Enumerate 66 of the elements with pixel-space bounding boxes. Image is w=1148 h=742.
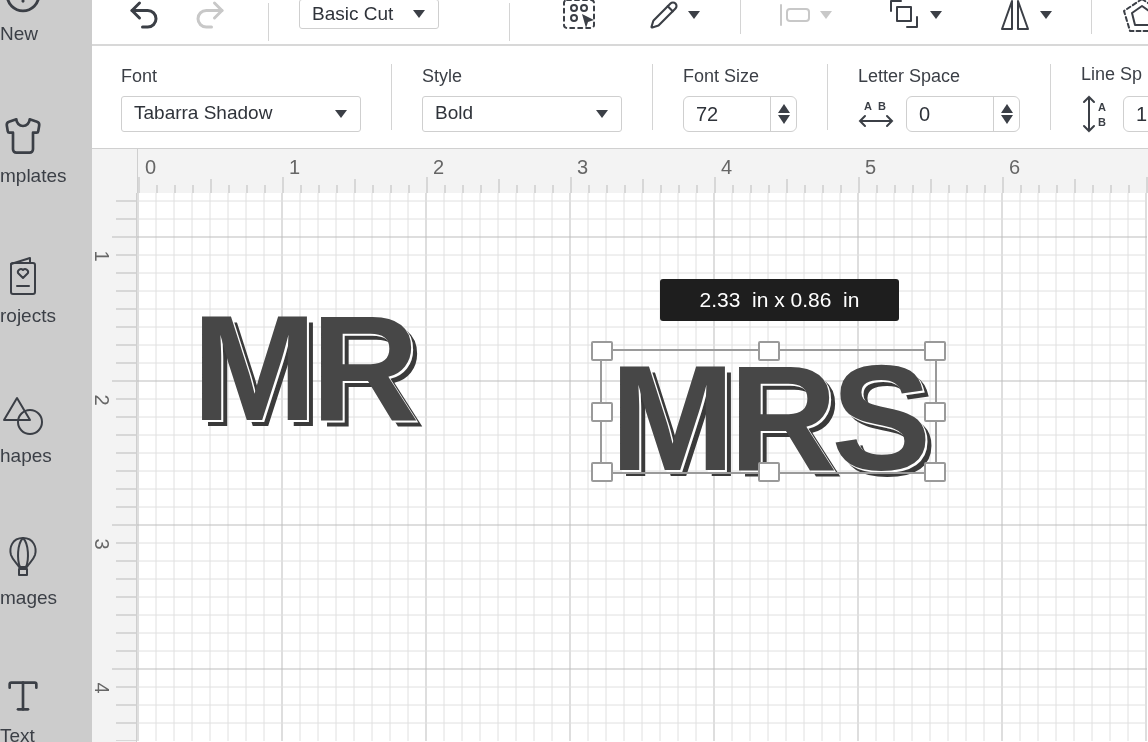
ruler-number: 1: [289, 155, 301, 180]
balloon-icon: [8, 536, 38, 578]
sidebar-item[interactable]: New: [0, 0, 80, 114]
sidebar-item[interactable]: hapes: [0, 394, 80, 534]
resize-handle[interactable]: [591, 462, 613, 482]
sidebar-item[interactable]: mplates: [0, 114, 80, 254]
ruler-number: 5: [865, 155, 877, 180]
caret-icon: [334, 108, 348, 119]
sidebar-label: mages: [0, 586, 58, 610]
sidebar-label: rojects: [0, 304, 56, 328]
sidebar-item[interactable]: Text: [0, 674, 80, 742]
dropdown-value: Basic Cut: [312, 1, 394, 26]
sidebar-item[interactable]: mages: [0, 534, 80, 674]
field-value: 0: [919, 101, 931, 127]
field-label: Font: [121, 64, 159, 88]
caret-icon: [687, 10, 701, 20]
design-text[interactable]: MRS: [610, 343, 926, 493]
ruler-number: 4: [89, 682, 114, 694]
resize-handle[interactable]: [591, 401, 613, 422]
ruler-number: 3: [577, 155, 589, 180]
ruler-number: 3: [89, 538, 114, 550]
ruler-number: 4: [721, 155, 733, 180]
field-value: 1: [1136, 101, 1148, 127]
dropdown[interactable]: Bold: [422, 95, 622, 132]
number-field[interactable]: 1: [1123, 95, 1148, 132]
number-field[interactable]: 72: [683, 95, 797, 132]
operation-dropdown[interactable]: Basic Cut: [299, 0, 439, 29]
size-tooltip: 2.33 in x 0.86 in: [660, 279, 899, 321]
design-text[interactable]: MR: [192, 293, 414, 443]
ruler-number: 1: [89, 250, 114, 262]
field-label: Line Sp: [1081, 62, 1144, 86]
pencil-icon: [649, 0, 679, 30]
dropdown-value: Bold: [435, 101, 474, 126]
resize-handle[interactable]: [924, 341, 946, 361]
sidebar-label: mplates: [0, 164, 67, 188]
align-icon: [779, 3, 811, 27]
field-label: Letter Space: [858, 64, 962, 88]
field-value: 72: [696, 101, 719, 127]
resize-handle[interactable]: [591, 341, 613, 361]
field-label: Style: [422, 64, 464, 88]
ruler-number: 2: [89, 394, 114, 406]
field-label: Font Size: [683, 64, 761, 88]
caret-icon: [819, 10, 833, 20]
caret-icon: [595, 108, 609, 119]
caret-icon: [412, 9, 426, 19]
shirt-icon: [3, 116, 43, 156]
shapes-icon: [2, 396, 44, 436]
arrange-icon: [889, 0, 921, 31]
flip-icon: [999, 0, 1031, 31]
sidebar-label: Text: [0, 724, 35, 742]
resize-handle[interactable]: [757, 341, 780, 361]
ruler-number: 2: [433, 155, 445, 180]
card-heart-icon: [8, 256, 38, 296]
dropdown-value: Tabarra Shadow: [134, 101, 273, 126]
caret-icon: [929, 10, 943, 20]
resize-handle[interactable]: [924, 401, 946, 422]
dropdown[interactable]: Tabarra Shadow: [121, 95, 361, 132]
sidebar-label: hapes: [0, 444, 52, 468]
ruler-number: 6: [1009, 155, 1021, 180]
select-icon: [562, 0, 598, 32]
caret-icon: [1039, 10, 1053, 20]
number-field[interactable]: 0: [906, 95, 1020, 132]
resize-handle[interactable]: [924, 462, 946, 482]
sidebar-item[interactable]: rojects: [0, 254, 80, 394]
sidebar-label: New: [0, 22, 38, 46]
ruler-number: 0: [145, 155, 157, 180]
